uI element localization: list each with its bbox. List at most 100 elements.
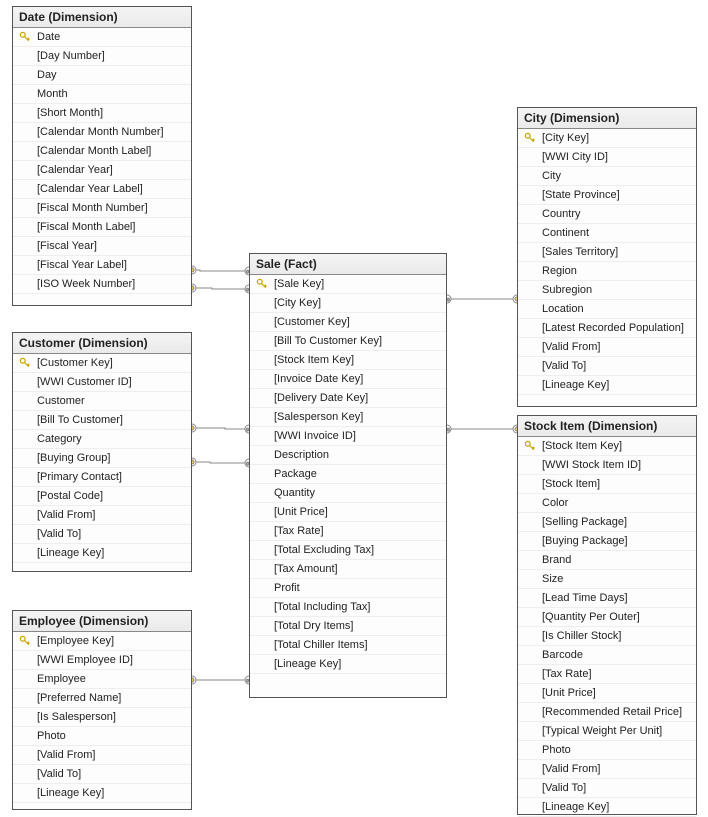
column-row[interactable]: Description xyxy=(250,446,446,465)
column-row[interactable]: [Fiscal Year Label] xyxy=(13,256,191,275)
column-row[interactable]: [Lineage Key] xyxy=(518,376,696,395)
column-label: [Calendar Year] xyxy=(37,163,187,177)
column-row[interactable]: [Valid To] xyxy=(13,525,191,544)
table-stockitem[interactable]: Stock Item (Dimension) [Stock Item Key][… xyxy=(517,415,697,815)
column-label: [Quantity Per Outer] xyxy=(542,610,692,624)
column-row[interactable]: [Short Month] xyxy=(13,104,191,123)
table-sale[interactable]: Sale (Fact) [Sale Key][City Key][Custome… xyxy=(249,253,447,698)
table-employee[interactable]: Employee (Dimension) [Employee Key][WWI … xyxy=(12,610,192,810)
column-row[interactable]: Photo xyxy=(518,741,696,760)
column-row[interactable]: Day xyxy=(13,66,191,85)
column-row[interactable]: Barcode xyxy=(518,646,696,665)
column-row[interactable]: [Fiscal Month Label] xyxy=(13,218,191,237)
column-row[interactable]: [ISO Week Number] xyxy=(13,275,191,294)
column-row[interactable]: Country xyxy=(518,205,696,224)
column-row[interactable]: [Unit Price] xyxy=(518,684,696,703)
column-row[interactable]: [Valid From] xyxy=(518,338,696,357)
column-row[interactable]: Date xyxy=(13,28,191,47)
column-row[interactable]: [State Province] xyxy=(518,186,696,205)
column-row[interactable]: [Day Number] xyxy=(13,47,191,66)
column-row[interactable]: [Total Excluding Tax] xyxy=(250,541,446,560)
column-row[interactable]: [Tax Rate] xyxy=(250,522,446,541)
column-row[interactable]: Month xyxy=(13,85,191,104)
column-row[interactable]: [Customer Key] xyxy=(13,354,191,373)
column-row[interactable]: Location xyxy=(518,300,696,319)
column-row[interactable]: Customer xyxy=(13,392,191,411)
column-row[interactable]: [WWI Invoice ID] xyxy=(250,427,446,446)
column-row[interactable]: [Fiscal Year] xyxy=(13,237,191,256)
column-row[interactable]: Profit xyxy=(250,579,446,598)
column-row[interactable]: [Total Including Tax] xyxy=(250,598,446,617)
column-row[interactable]: Color xyxy=(518,494,696,513)
column-row[interactable]: [Postal Code] xyxy=(13,487,191,506)
column-row[interactable]: [Latest Recorded Population] xyxy=(518,319,696,338)
column-row[interactable]: [Total Chiller Items] xyxy=(250,636,446,655)
column-row[interactable]: [Valid To] xyxy=(518,779,696,798)
column-label: [Total Including Tax] xyxy=(274,600,442,614)
column-row[interactable]: [Recommended Retail Price] xyxy=(518,703,696,722)
column-row[interactable]: [Valid From] xyxy=(518,760,696,779)
column-row[interactable]: [Lineage Key] xyxy=(13,784,191,803)
column-row[interactable]: [Calendar Year Label] xyxy=(13,180,191,199)
column-row[interactable]: Brand xyxy=(518,551,696,570)
column-row[interactable]: [WWI City ID] xyxy=(518,148,696,167)
column-row[interactable]: [Invoice Date Key] xyxy=(250,370,446,389)
column-row[interactable]: [Is Salesperson] xyxy=(13,708,191,727)
column-row[interactable]: [WWI Employee ID] xyxy=(13,651,191,670)
column-row[interactable]: Employee xyxy=(13,670,191,689)
column-row[interactable]: [Salesperson Key] xyxy=(250,408,446,427)
column-row[interactable]: [Lineage Key] xyxy=(13,544,191,563)
column-row[interactable]: Region xyxy=(518,262,696,281)
column-row[interactable]: [Customer Key] xyxy=(250,313,446,332)
column-label: Month xyxy=(37,87,187,101)
table-customer[interactable]: Customer (Dimension) [Customer Key][WWI … xyxy=(12,332,192,572)
column-row[interactable]: Quantity xyxy=(250,484,446,503)
column-row[interactable]: [Lineage Key] xyxy=(518,798,696,817)
column-row[interactable]: [Calendar Year] xyxy=(13,161,191,180)
column-row[interactable]: [Is Chiller Stock] xyxy=(518,627,696,646)
column-row[interactable]: [Bill To Customer] xyxy=(13,411,191,430)
column-row[interactable]: [Calendar Month Label] xyxy=(13,142,191,161)
column-row[interactable]: [Bill To Customer Key] xyxy=(250,332,446,351)
column-row[interactable]: [Unit Price] xyxy=(250,503,446,522)
column-row[interactable]: [Tax Rate] xyxy=(518,665,696,684)
column-row[interactable]: Subregion xyxy=(518,281,696,300)
column-row[interactable]: [Lead Time Days] xyxy=(518,589,696,608)
column-row[interactable]: [WWI Stock Item ID] xyxy=(518,456,696,475)
column-row[interactable]: [City Key] xyxy=(518,129,696,148)
column-row[interactable]: [Tax Amount] xyxy=(250,560,446,579)
column-row[interactable]: [Valid From] xyxy=(13,746,191,765)
column-row[interactable]: [Total Dry Items] xyxy=(250,617,446,636)
column-row[interactable]: [Typical Weight Per Unit] xyxy=(518,722,696,741)
column-row[interactable]: [Preferred Name] xyxy=(13,689,191,708)
table-city[interactable]: City (Dimension) [City Key][WWI City ID]… xyxy=(517,107,697,407)
column-row[interactable]: [Stock Item Key] xyxy=(518,437,696,456)
column-row[interactable]: [Employee Key] xyxy=(13,632,191,651)
column-row[interactable]: [Valid To] xyxy=(13,765,191,784)
column-row[interactable]: [Selling Package] xyxy=(518,513,696,532)
column-row[interactable]: [Sale Key] xyxy=(250,275,446,294)
column-row[interactable]: Size xyxy=(518,570,696,589)
column-row[interactable]: [Fiscal Month Number] xyxy=(13,199,191,218)
table-body-customer: [Customer Key][WWI Customer ID]Customer[… xyxy=(13,354,191,571)
column-row[interactable]: [Sales Territory] xyxy=(518,243,696,262)
column-row[interactable]: [Buying Package] xyxy=(518,532,696,551)
column-row[interactable]: [Calendar Month Number] xyxy=(13,123,191,142)
column-row[interactable]: [City Key] xyxy=(250,294,446,313)
column-row[interactable]: Package xyxy=(250,465,446,484)
column-row[interactable]: Category xyxy=(13,430,191,449)
column-row[interactable]: [Quantity Per Outer] xyxy=(518,608,696,627)
column-row[interactable]: City xyxy=(518,167,696,186)
table-date[interactable]: Date (Dimension) Date[Day Number]DayMont… xyxy=(12,6,192,306)
column-row[interactable]: [Valid From] xyxy=(13,506,191,525)
column-row[interactable]: [Delivery Date Key] xyxy=(250,389,446,408)
column-row[interactable]: [Stock Item] xyxy=(518,475,696,494)
column-row[interactable]: [Stock Item Key] xyxy=(250,351,446,370)
column-row[interactable]: Photo xyxy=(13,727,191,746)
column-row[interactable]: [Valid To] xyxy=(518,357,696,376)
column-row[interactable]: [WWI Customer ID] xyxy=(13,373,191,392)
column-row[interactable]: Continent xyxy=(518,224,696,243)
column-row[interactable]: [Lineage Key] xyxy=(250,655,446,674)
column-row[interactable]: [Primary Contact] xyxy=(13,468,191,487)
column-row[interactable]: [Buying Group] xyxy=(13,449,191,468)
